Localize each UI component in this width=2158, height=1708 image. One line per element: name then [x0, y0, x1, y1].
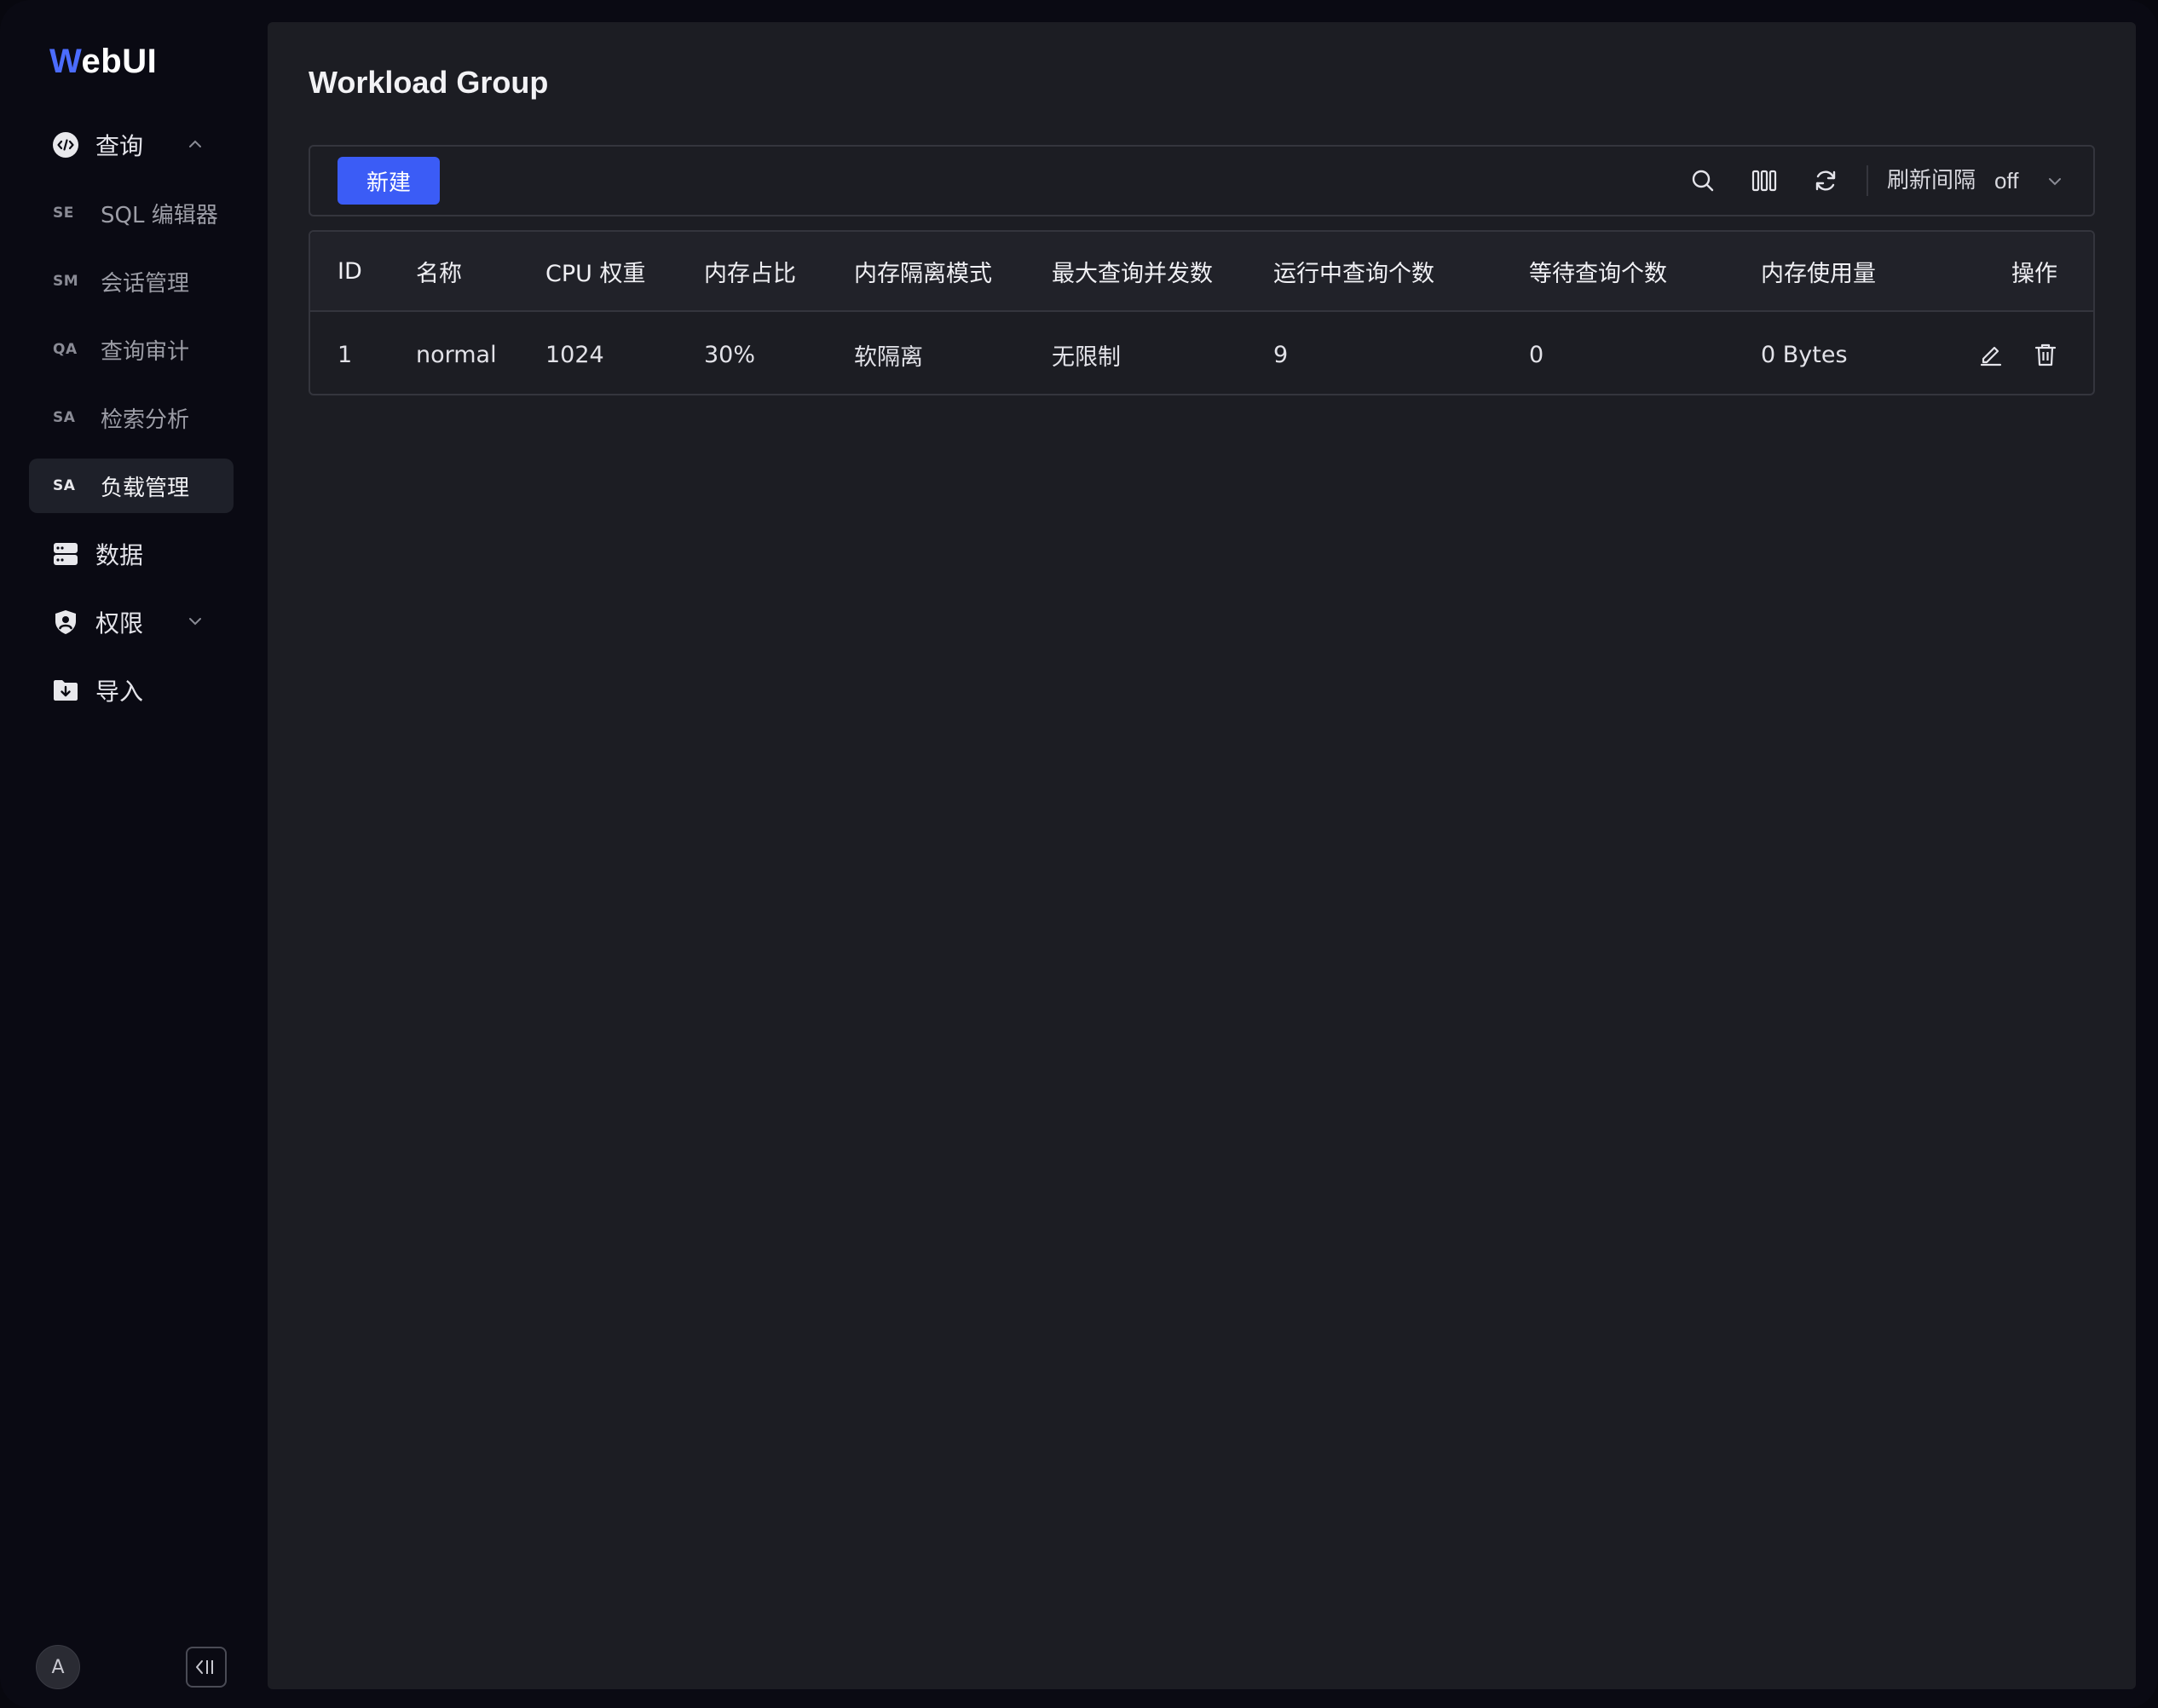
collapse-icon: [196, 1660, 213, 1674]
sidebar-item-label: 检索分析: [101, 407, 190, 433]
search-icon[interactable]: [1688, 165, 1718, 196]
page-title: Workload Group: [309, 65, 549, 100]
sidebar-item-label: 负载管理: [101, 475, 190, 501]
workload-group-table: ID 名称 CPU 权重 内存占比 内存隔离模式 最大查询并发数 运行中查询个数…: [309, 230, 2095, 395]
new-button[interactable]: 新建: [338, 157, 440, 205]
database-icon: [51, 540, 80, 568]
shield-user-icon: [51, 608, 80, 637]
cell-running-queries: 9: [1273, 341, 1289, 368]
app-frame: WebUI 查询 SE SQL 编辑器 SM 会话管理 QA 查询审计 SA 检…: [0, 0, 2158, 1708]
sidebar-item-abbr: SE: [53, 205, 74, 222]
sidebar-item-session[interactable]: SM 会话管理: [29, 254, 234, 309]
sidebar-item-abbr: SA: [53, 409, 76, 426]
sidebar-item-label: 查询: [95, 132, 144, 160]
sidebar-item-sql-editor[interactable]: SE SQL 编辑器: [29, 186, 234, 240]
folder-download-icon: [51, 676, 80, 705]
toolbar-divider: [1867, 165, 1868, 196]
code-circle-icon: [51, 130, 80, 159]
logo[interactable]: WebUI: [49, 43, 157, 81]
logo-text: ebUI: [81, 43, 158, 80]
sidebar-item-search[interactable]: SA 检索分析: [29, 390, 234, 445]
refresh-interval-label: 刷新间隔: [1887, 168, 1976, 193]
sidebar-item-label: 权限: [95, 609, 144, 638]
sidebar-item-label: 会话管理: [101, 270, 190, 297]
cell-isolation-mode: 软隔离: [854, 343, 923, 371]
avatar[interactable]: A: [36, 1645, 80, 1689]
toolbar: 新建 刷新间隔 off: [309, 145, 2095, 216]
column-header: 最大查询并发数: [1052, 260, 1213, 287]
sidebar-item-data[interactable]: 数据: [29, 527, 234, 581]
cell-memory-percent: 30%: [704, 341, 756, 368]
column-header: 操作: [2011, 260, 2057, 287]
sidebar-item-abbr: SM: [53, 273, 79, 290]
cell-max-concurrency: 无限制: [1052, 343, 1121, 371]
collapse-sidebar-button[interactable]: [186, 1647, 227, 1688]
sidebar: WebUI 查询 SE SQL 编辑器 SM 会话管理 QA 查询审计 SA 检…: [0, 0, 266, 1708]
columns-icon[interactable]: [1749, 165, 1780, 196]
sidebar-item-label: 数据: [95, 541, 144, 569]
logo-w: W: [49, 43, 82, 80]
column-header: 运行中查询个数: [1273, 260, 1434, 287]
cell-name: normal: [416, 341, 497, 368]
sidebar-item-workload[interactable]: SA 负载管理: [29, 459, 234, 513]
refresh-icon[interactable]: [1810, 165, 1841, 196]
column-header: 内存使用量: [1761, 260, 1876, 287]
column-header: 名称: [416, 260, 462, 287]
sidebar-item-query[interactable]: 查询: [29, 118, 234, 172]
chevron-down-icon[interactable]: [2045, 172, 2064, 191]
cell-id: 1: [338, 341, 353, 368]
sidebar-item-audit[interactable]: QA 查询审计: [29, 322, 234, 377]
refresh-interval-select[interactable]: off: [1994, 165, 2018, 196]
delete-icon[interactable]: [2030, 339, 2061, 370]
chevron-down-icon: [189, 618, 201, 626]
sidebar-item-abbr: QA: [53, 341, 78, 358]
column-header: 内存隔离模式: [854, 260, 992, 287]
column-header: ID: [338, 257, 362, 285]
sidebar-item-label: SQL 编辑器: [101, 202, 218, 228]
table-header: ID 名称 CPU 权重 内存占比 内存隔离模式 最大查询并发数 运行中查询个数…: [310, 232, 2093, 312]
column-header: 内存占比: [704, 260, 796, 287]
edit-icon[interactable]: [1976, 339, 2006, 370]
chevron-up-icon: [189, 140, 201, 147]
sidebar-item-permission[interactable]: 权限: [29, 595, 234, 649]
sidebar-item-import[interactable]: 导入: [29, 663, 234, 718]
cell-cpu-weight: 1024: [545, 341, 604, 368]
sidebar-item-label: 查询审计: [101, 338, 190, 365]
sidebar-item-label: 导入: [95, 678, 144, 706]
sidebar-item-abbr: SA: [53, 477, 76, 494]
table-row: 1 normal 1024 30% 软隔离 无限制 9 0 0 Bytes: [310, 314, 2093, 395]
column-header: 等待查询个数: [1529, 260, 1667, 287]
cell-memory-used: 0 Bytes: [1761, 341, 1848, 368]
main-panel: Workload Group 新建 刷新间隔 off ID 名称 CPU 权重 …: [268, 22, 2136, 1689]
column-header: CPU 权重: [545, 260, 646, 287]
cell-waiting-queries: 0: [1529, 341, 1544, 368]
